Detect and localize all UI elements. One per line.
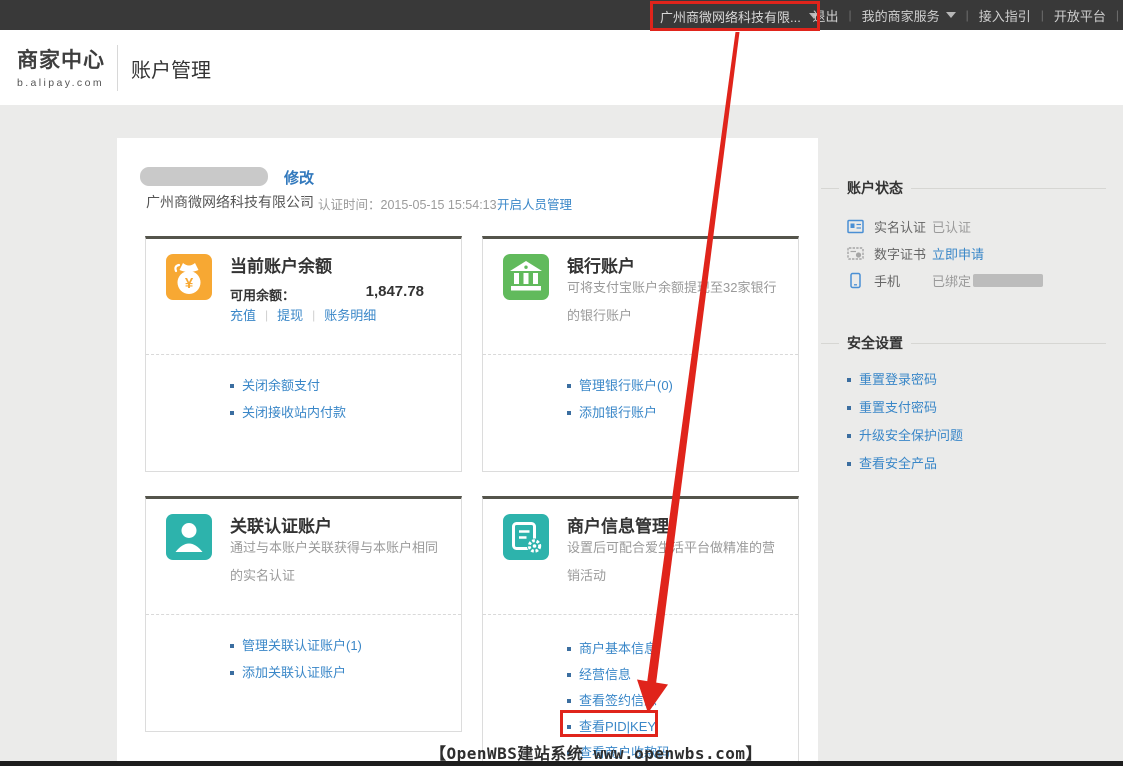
status-item-certificate: 数字证书 立即申请 [847, 243, 984, 263]
bullet-icon [567, 411, 571, 415]
business-info-link[interactable]: 经营信息 [579, 667, 631, 682]
reset-login-password-link[interactable]: 重置登录密码 [859, 372, 937, 387]
bullet-icon [567, 384, 571, 388]
bullet-icon [567, 647, 571, 651]
add-bank-account-link[interactable]: 添加银行账户 [579, 405, 657, 420]
bullet-icon [230, 671, 234, 675]
account-dropdown-label: 广州商微网络科技有限... [660, 7, 801, 26]
bullet-icon [230, 644, 234, 648]
topbar-separator: | [1116, 8, 1119, 22]
status-item-value: 已绑定 [932, 271, 971, 290]
certification-time: 认证时间：2015-05-15 15:54:13 [318, 194, 497, 213]
svg-text:¥: ¥ [185, 275, 194, 292]
bottom-edge-bar [0, 761, 1123, 766]
document-gear-icon [503, 514, 549, 560]
page-title: 账户管理 [131, 54, 211, 83]
view-pid-key-link[interactable]: 查看PID|KEY [579, 719, 656, 734]
merchant-basic-info-link[interactable]: 商户基本信息 [579, 641, 657, 656]
balance-actions: 充值 | 提现 | 账务明细 [230, 305, 376, 324]
security-settings-title: 安全设置 [821, 333, 1106, 353]
bank-icon [503, 254, 549, 300]
view-contract-info-link[interactable]: 查看签约信息 [579, 693, 657, 708]
bullet-icon [567, 699, 571, 703]
close-onsite-payment-link[interactable]: 关闭接收站内付款 [242, 405, 346, 420]
add-linked-account-link[interactable]: 添加关联认证账户 [242, 665, 346, 680]
status-item-realname: 实名认证 已认证 [847, 216, 971, 236]
security-links: 重置登录密码 重置支付密码 升级安全保护问题 查看安全产品 [847, 366, 963, 478]
staff-management-link[interactable]: 开启人员管理 [497, 194, 572, 213]
chevron-down-icon [946, 12, 956, 18]
logout-link[interactable]: 退出 [802, 6, 848, 25]
card-divider [146, 354, 461, 355]
money-bag-icon: ¥ [166, 254, 212, 300]
header: 商家中心 b.alipay.com 账户管理 [0, 30, 1123, 105]
edit-account-link[interactable]: 修改 [284, 167, 314, 188]
reset-pay-password-link[interactable]: 重置支付密码 [859, 400, 937, 415]
card-linked-accounts: 关联认证账户 通过与本账户关联获得与本账户相同的实名认证 管理关联认证账户(1)… [145, 496, 462, 732]
status-item-phone: 手机 已绑定 [847, 270, 1043, 290]
card-bank-account: 银行账户 可将支付宝账户余额提现至32家银行的银行账户 管理银行账户(0) 添加… [482, 236, 799, 472]
account-detail-link[interactable]: 账务明细 [324, 305, 376, 324]
account-dropdown[interactable]: 广州商微网络科技有限... [652, 2, 818, 30]
merchant-center-page: 广州商微网络科技有限... 退出 | 我的商家服务 | 接入指引 | 开放平台 … [0, 0, 1123, 766]
close-balance-pay-link[interactable]: 关闭余额支付 [242, 378, 320, 393]
bullet-icon [847, 378, 851, 382]
available-balance-value: 1,847.78 [296, 283, 424, 300]
card-description: 设置后可配合爱生活平台做精准的营销活动 [567, 534, 781, 590]
topbar: 广州商微网络科技有限... 退出 | 我的商家服务 | 接入指引 | 开放平台 … [0, 0, 1123, 30]
action-separator: | [312, 308, 315, 322]
bullet-icon [567, 725, 571, 729]
certificate-icon [847, 245, 864, 262]
merchant-services-menu[interactable]: 我的商家服务 [852, 6, 966, 25]
action-separator: | [265, 308, 268, 322]
card-divider [483, 614, 798, 615]
status-item-label: 手机 [874, 271, 932, 290]
bullet-icon [230, 411, 234, 415]
account-status-title: 账户状态 [821, 178, 1106, 198]
bullet-icon [230, 384, 234, 388]
bullet-icon [847, 462, 851, 466]
status-item-label: 数字证书 [874, 244, 932, 263]
manage-bank-accounts-link[interactable]: 管理银行账户(0) [579, 378, 673, 393]
card-description: 通过与本账户关联获得与本账户相同的实名认证 [230, 534, 444, 590]
status-item-value: 已认证 [932, 217, 971, 236]
certification-time-label: 认证时间： [318, 198, 381, 212]
company-name: 广州商微网络科技有限公司 [146, 192, 314, 212]
certification-time-value: 2015-05-15 15:54:13 [381, 198, 497, 212]
recharge-link[interactable]: 充值 [230, 305, 256, 324]
access-guide-link[interactable]: 接入指引 [969, 6, 1041, 25]
card-title: 当前账户余额 [230, 252, 332, 277]
manage-linked-accounts-link[interactable]: 管理关联认证账户(1) [242, 638, 362, 653]
phone-icon [847, 272, 864, 289]
header-divider [117, 45, 118, 91]
card-divider [483, 354, 798, 355]
merchant-center-logo: 商家中心 b.alipay.com [17, 44, 105, 89]
card-account-balance: ¥ 当前账户余额 可用余额： 1,847.78 充值 | 提现 | 账务明细 关… [145, 236, 462, 472]
user-icon [166, 514, 212, 560]
status-item-label: 实名认证 [874, 217, 932, 236]
open-platform-link[interactable]: 开放平台 [1044, 6, 1116, 25]
bullet-icon [847, 434, 851, 438]
card-description: 可将支付宝账户余额提现至32家银行的银行账户 [567, 274, 781, 330]
withdraw-link[interactable]: 提现 [277, 305, 303, 324]
logo-title: 商家中心 [17, 44, 105, 74]
card-merchant-info: 商户信息管理 设置后可配合爱生活平台做精准的营销活动 商户基本信息 经营信息 查… [482, 496, 799, 766]
redacted-account-name [140, 167, 268, 186]
upgrade-security-question-link[interactable]: 升级安全保护问题 [859, 428, 963, 443]
available-balance-label: 可用余额： [230, 285, 295, 304]
logo-domain: b.alipay.com [17, 77, 105, 89]
bullet-icon [567, 673, 571, 677]
apply-certificate-link[interactable]: 立即申请 [932, 244, 984, 263]
card-divider [146, 614, 461, 615]
company-separator: | [303, 193, 306, 207]
bullet-icon [847, 406, 851, 410]
redacted-phone-number [973, 274, 1043, 287]
id-card-icon [847, 218, 864, 235]
merchant-services-label: 我的商家服务 [862, 6, 940, 25]
view-security-products-link[interactable]: 查看安全产品 [859, 456, 937, 471]
